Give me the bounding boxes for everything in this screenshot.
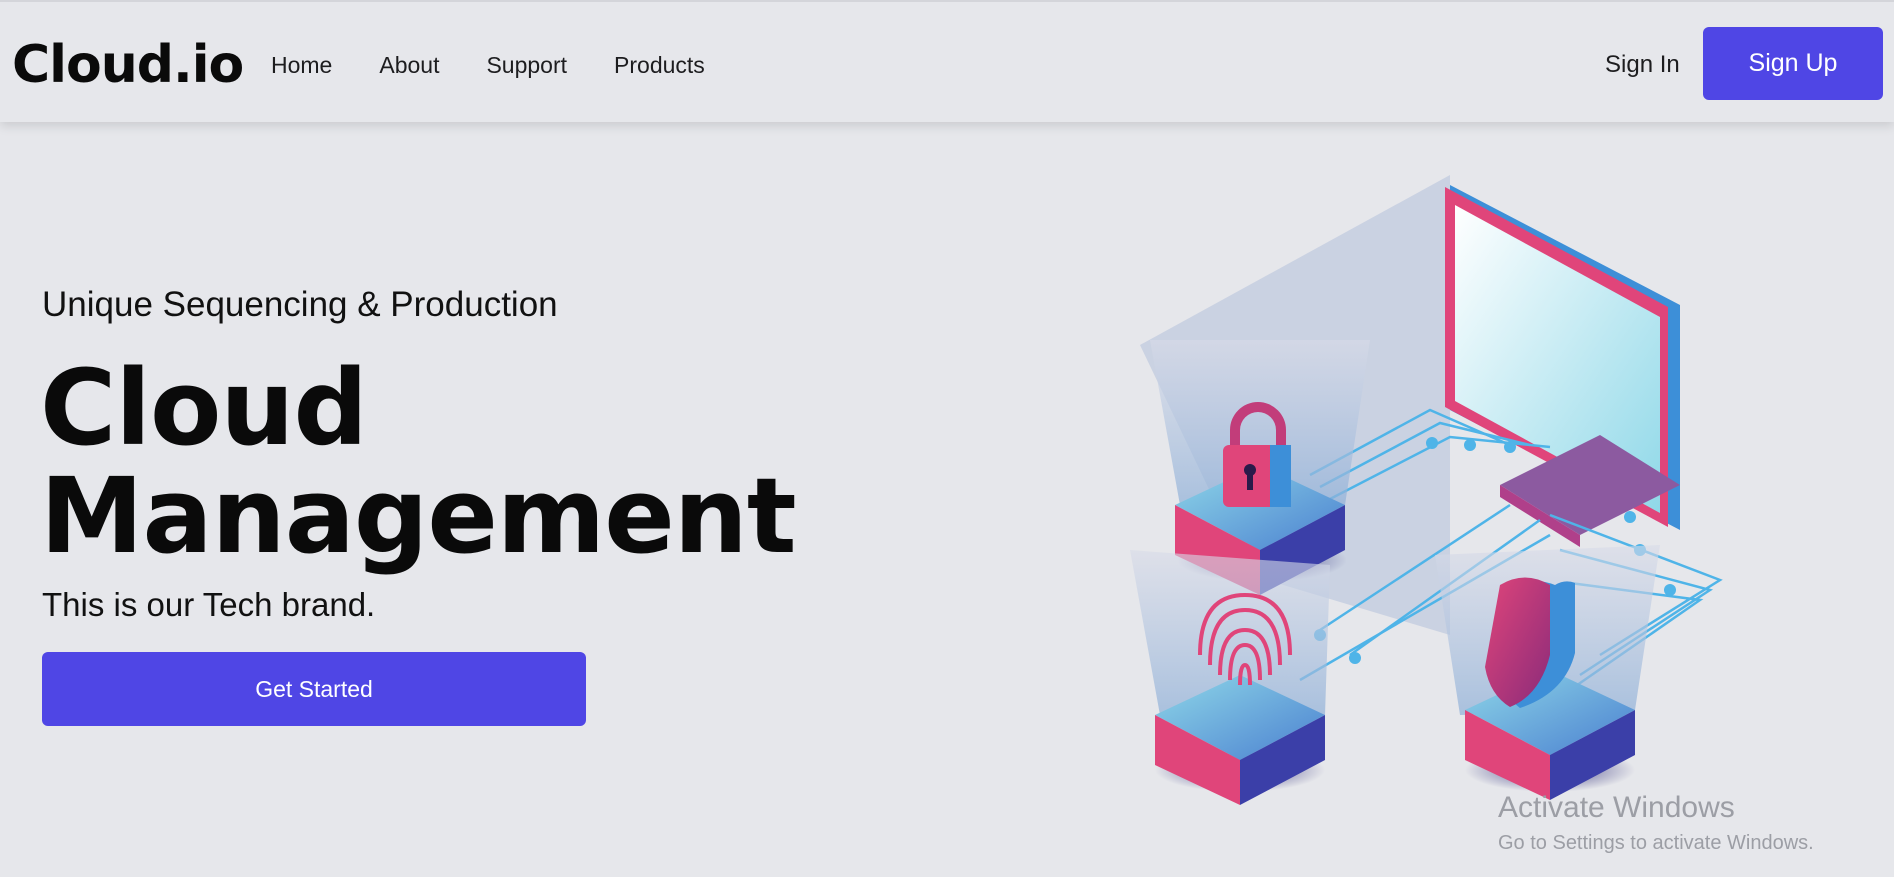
sign-in-link[interactable]: Sign In xyxy=(1605,50,1680,80)
nav-links: Home About Support Products xyxy=(271,50,752,80)
get-started-button[interactable]: Get Started xyxy=(42,652,586,726)
nav-link-home[interactable]: Home xyxy=(271,50,332,80)
nav-link-support[interactable]: Support xyxy=(486,50,567,80)
hero-title: Cloud Management xyxy=(40,347,797,577)
navbar: Cloud.io Home About Support Products Sig… xyxy=(0,0,1894,122)
watermark-title: Activate Windows xyxy=(1498,791,1735,824)
nav-link-products[interactable]: Products xyxy=(614,50,705,80)
hero-title-line-2: Management xyxy=(40,455,797,577)
activate-windows-watermark: Activate Windows Go to Settings to activ… xyxy=(1498,790,1814,856)
hero-title-line-1: Cloud xyxy=(40,347,368,469)
monitor-icon xyxy=(1445,185,1680,547)
watermark-subtitle: Go to Settings to activate Windows. xyxy=(1498,832,1814,854)
security-illustration xyxy=(1130,175,1723,805)
hero-tagline: This is our Tech brand. xyxy=(42,586,376,623)
nav-link-about[interactable]: About xyxy=(379,50,439,80)
sign-up-button[interactable]: Sign Up xyxy=(1703,27,1883,100)
hero-subtitle: Unique Sequencing & Production xyxy=(42,285,558,324)
brand-logo[interactable]: Cloud.io xyxy=(12,35,244,95)
